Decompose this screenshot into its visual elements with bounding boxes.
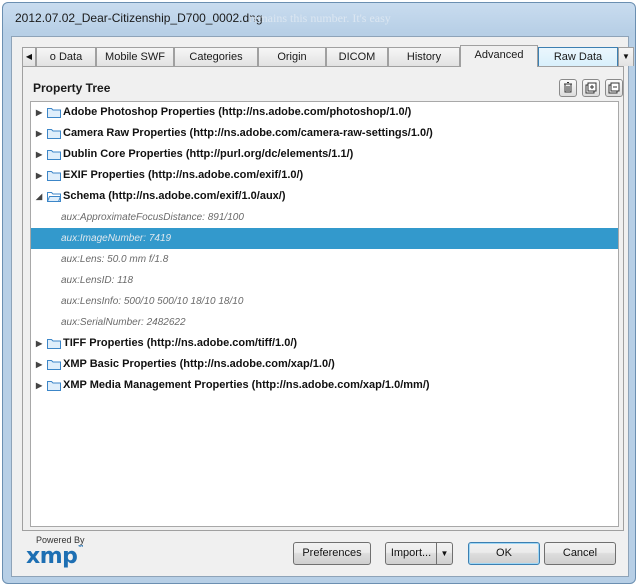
tree-group-camera-raw[interactable]: ▶ Camera Raw Properties (http://ns.adobe… bbox=[31, 123, 618, 144]
folder-icon bbox=[47, 381, 61, 391]
folder-icon bbox=[47, 108, 61, 118]
delete-icon bbox=[564, 82, 572, 93]
tab-mobile-swf[interactable]: Mobile SWF bbox=[96, 47, 174, 66]
delete-property-button[interactable] bbox=[559, 79, 577, 97]
folder-icon bbox=[47, 339, 61, 349]
expand-arrow-icon[interactable]: ▶ bbox=[36, 375, 44, 396]
expand-arrow-icon[interactable]: ▶ bbox=[36, 102, 44, 123]
tree-group-dublin-core[interactable]: ▶ Dublin Core Properties (http://purl.or… bbox=[31, 144, 618, 165]
expand-all-icon bbox=[585, 82, 597, 94]
folder-icon bbox=[47, 360, 61, 370]
dialog-client-area: ◀ o Data Mobile SWF Categories Origin DI… bbox=[11, 36, 634, 577]
folder-icon bbox=[47, 129, 61, 139]
expand-arrow-icon[interactable]: ▶ bbox=[36, 354, 44, 375]
dialog-window: 2012.07.02_Dear-Citizenship_D700_0002.dn… bbox=[2, 2, 636, 584]
tree-property-serial-number[interactable]: aux:SerialNumber: 2482622 bbox=[31, 312, 618, 333]
folder-icon bbox=[47, 171, 61, 181]
tab-origin[interactable]: Origin bbox=[258, 47, 326, 66]
tree-group-photoshop[interactable]: ▶ Adobe Photoshop Properties (http://ns.… bbox=[31, 102, 618, 123]
cancel-button[interactable]: Cancel bbox=[544, 542, 616, 565]
expand-arrow-icon[interactable]: ▶ bbox=[36, 123, 44, 144]
advanced-panel: Property Tree ▶ Adobe Photoshop Properti… bbox=[22, 66, 624, 531]
collapse-all-icon bbox=[608, 82, 620, 94]
collapse-arrow-icon[interactable]: ◢ bbox=[36, 186, 44, 207]
tab-categories[interactable]: Categories bbox=[174, 47, 258, 66]
tree-group-exif[interactable]: ▶ EXIF Properties (http://ns.adobe.com/e… bbox=[31, 165, 618, 186]
chevron-down-icon: ▼ bbox=[622, 52, 630, 61]
import-menu-button[interactable]: ▼ bbox=[436, 542, 453, 565]
folder-icon bbox=[47, 150, 61, 160]
dropdown-arrow-icon: ▼ bbox=[440, 549, 449, 558]
tab-file-info-data[interactable]: o Data bbox=[36, 47, 96, 66]
tree-group-schema-aux[interactable]: ◢ Schema (http://ns.adobe.com/exif/1.0/a… bbox=[31, 186, 618, 207]
property-tree[interactable]: ▶ Adobe Photoshop Properties (http://ns.… bbox=[30, 101, 619, 527]
background-text: remains this number. It's easy bbox=[249, 11, 391, 25]
tab-scroll-left-button[interactable]: ◀ bbox=[22, 47, 36, 66]
tab-bar: ◀ o Data Mobile SWF Categories Origin DI… bbox=[22, 45, 634, 67]
open-folder-icon bbox=[47, 192, 61, 202]
tab-history[interactable]: History bbox=[388, 47, 460, 66]
tree-property-image-number[interactable]: aux:ImageNumber: 7419 bbox=[31, 228, 618, 249]
tree-property-lens[interactable]: aux:Lens: 50.0 mm f/1.8 bbox=[31, 249, 618, 270]
tree-group-xmp-media-management[interactable]: ▶ XMP Media Management Properties (http:… bbox=[31, 375, 618, 396]
tree-property-lens-info[interactable]: aux:LensInfo: 500/10 500/10 18/10 18/10 bbox=[31, 291, 618, 312]
panel-title: Property Tree bbox=[33, 81, 111, 95]
expand-arrow-icon[interactable]: ▶ bbox=[36, 333, 44, 354]
import-button[interactable]: Import... bbox=[385, 542, 437, 565]
tab-raw-data[interactable]: Raw Data bbox=[538, 47, 618, 66]
expand-arrow-icon[interactable]: ▶ bbox=[36, 144, 44, 165]
chevron-left-icon: ◀ bbox=[25, 52, 33, 61]
expand-arrow-icon[interactable]: ▶ bbox=[36, 165, 44, 186]
tab-overflow-menu-button[interactable]: ▼ bbox=[618, 47, 634, 66]
tree-property-approximate-focus-distance[interactable]: aux:ApproximateFocusDistance: 891/100 bbox=[31, 207, 618, 228]
ok-button[interactable]: OK bbox=[468, 542, 540, 565]
expand-all-button[interactable] bbox=[582, 79, 600, 97]
preferences-button[interactable]: Preferences bbox=[293, 542, 371, 565]
xmp-logo: xmp™ bbox=[26, 544, 84, 569]
window-title: 2012.07.02_Dear-Citizenship_D700_0002.dn… bbox=[15, 11, 263, 25]
tree-group-tiff[interactable]: ▶ TIFF Properties (http://ns.adobe.com/t… bbox=[31, 333, 618, 354]
tab-dicom[interactable]: DICOM bbox=[326, 47, 388, 66]
collapse-all-button[interactable] bbox=[605, 79, 623, 97]
tree-group-xmp-basic[interactable]: ▶ XMP Basic Properties (http://ns.adobe.… bbox=[31, 354, 618, 375]
tab-advanced[interactable]: Advanced bbox=[460, 45, 538, 67]
tree-property-lens-id[interactable]: aux:LensID: 118 bbox=[31, 270, 618, 291]
